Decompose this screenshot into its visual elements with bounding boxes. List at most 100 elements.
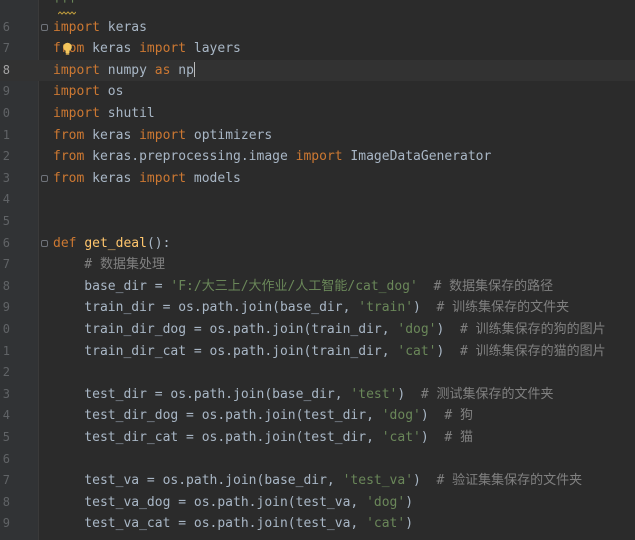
code-token: test_va_dog = os.path.join(test_va, [53, 494, 367, 510]
line-number: 3 [2, 386, 10, 401]
code-token: keras [84, 170, 140, 186]
line-number: 7 [2, 41, 10, 56]
code-token: import [139, 41, 187, 57]
code-token: # 训练集保存的猫的图片 [444, 343, 606, 359]
line-number: 9 [2, 84, 10, 99]
line-number: 7 [2, 257, 10, 272]
code-text[interactable]: test_dir_cat = os.path.join(test_dir, 'c… [53, 427, 473, 449]
code-line[interactable]: 9 test_va_cat = os.path.join(test_va, 'c… [0, 513, 635, 535]
code-token: 'cat' [397, 343, 437, 359]
code-line[interactable]: 6 def get_deal(): [0, 233, 635, 255]
code-token: def [53, 235, 77, 251]
code-editor[interactable]: ''' 6 import keras 7 from keras import layer… [0, 0, 635, 540]
code-token: # 测试集保存的文件夹 [405, 386, 554, 402]
code-token: shutil [99, 106, 155, 121]
code-token: import [139, 170, 187, 186]
code-text[interactable]: # 数据集处理 [53, 254, 165, 276]
code-line[interactable]: 3 test_dir = os.path.join(base_dir, 'tes… [0, 384, 635, 406]
code-text[interactable]: base_dir = 'F:/大三上/大作业/人工智能/cat_dog' # 数… [53, 276, 553, 298]
code-line[interactable]: 0 import shutil [0, 103, 635, 125]
code-token: ) [420, 430, 429, 445]
code-line[interactable]: 3 from keras import models [0, 168, 635, 190]
code-text[interactable]: import os [53, 81, 123, 103]
code-token: os [99, 84, 124, 100]
code-token: # 训练集保存的文件夹 [420, 300, 570, 316]
line-number: 6 [2, 451, 10, 466]
code-token: test_dir_cat = os.path.join(test_dir, [53, 430, 382, 445]
code-text[interactable]: from keras.preprocessing.image import Im… [53, 146, 491, 168]
code-token: test_va_cat = os.path.join(test_va, [53, 516, 367, 532]
code-line[interactable]: 8 import numpy as np [0, 59, 635, 82]
code-text[interactable]: from keras import models [53, 168, 241, 190]
code-text[interactable]: train_dir_cat = os.path.join(train_dir, … [53, 341, 606, 363]
fold-marker-icon[interactable] [41, 239, 48, 247]
code-line[interactable]: 7 test_va = os.path.join(base_dir, 'test… [0, 470, 635, 492]
code-line[interactable]: 6 import keras [0, 17, 635, 39]
code-token: import [53, 62, 100, 78]
code-token: keras.preprocessing.image [84, 149, 296, 165]
code-token: 'dog' [397, 322, 437, 337]
code-text[interactable]: def get_deal(): [53, 233, 170, 255]
line-number: 1 [2, 343, 10, 358]
code-text[interactable]: test_dir_dog = os.path.join(test_dir, 'd… [53, 405, 473, 427]
warning-squiggle-icon [58, 11, 76, 15]
code-line[interactable]: 1 from keras import optimizers [0, 125, 635, 147]
line-number: 8 [2, 494, 10, 509]
code-token: from [53, 127, 85, 143]
code-line[interactable]: 7 from keras import layers [0, 38, 635, 60]
code-line[interactable]: 2 [0, 362, 635, 384]
code-line[interactable]: 0 train_dir_dog = os.path.join(train_dir… [0, 319, 635, 341]
code-text[interactable]: test_va_dog = os.path.join(test_va, 'dog… [53, 492, 413, 514]
code-text[interactable]: import numpy as np [53, 60, 195, 82]
code-line[interactable]: 8 test_va_dog = os.path.join(test_va, 'd… [0, 492, 635, 514]
line-number: 9 [2, 516, 10, 531]
code-text[interactable]: import keras [53, 17, 147, 39]
code-token: 'cat' [366, 516, 406, 532]
code-token: base_dir = [53, 278, 171, 294]
code-token: train_dir = os.path.join(base_dir, [53, 300, 359, 316]
fold-marker-icon[interactable] [41, 23, 48, 31]
code-text[interactable]: test_dir = os.path.join(base_dir, 'test'… [53, 384, 554, 406]
code-line[interactable]: 4 [0, 189, 635, 211]
code-token: keras [84, 41, 140, 57]
code-line[interactable]: 1 train_dir_cat = os.path.join(train_dir… [0, 341, 635, 363]
code-token: optimizers [186, 127, 273, 143]
line-number: 6 [2, 19, 10, 34]
fold-marker-icon[interactable] [41, 174, 48, 182]
code-token: keras [84, 127, 140, 143]
code-token: ) [413, 473, 421, 489]
code-line[interactable]: 5 test_dir_cat = os.path.join(test_dir, … [0, 427, 635, 449]
code-line[interactable]: 7 # 数据集处理 [0, 254, 635, 276]
code-line[interactable]: ''' [0, 0, 635, 17]
code-token: # 狗 [428, 408, 474, 424]
line-number: 9 [2, 300, 10, 315]
code-token: # 猫 [428, 430, 474, 445]
code-token: import [139, 127, 187, 143]
code-line[interactable]: 5 [0, 211, 635, 233]
code-text[interactable]: import shutil [53, 103, 155, 125]
code-line[interactable]: 9 train_dir = os.path.join(base_dir, 'tr… [0, 297, 635, 319]
code-line[interactable]: 4 test_dir_dog = os.path.join(test_dir, … [0, 405, 635, 427]
lightbulb-intention-icon[interactable] [62, 42, 73, 55]
line-number: 3 [2, 170, 10, 185]
code-token: ) [413, 300, 421, 316]
code-token: ) [405, 494, 414, 510]
code-text[interactable]: train_dir = os.path.join(base_dir, 'trai… [53, 297, 569, 319]
code-text[interactable]: test_va_cat = os.path.join(test_va, 'cat… [53, 513, 413, 535]
line-number: 7 [2, 473, 10, 488]
line-number: 5 [2, 214, 10, 228]
code-token: 'cat' [381, 430, 421, 445]
code-token: from [53, 170, 85, 186]
code-text[interactable]: train_dir_dog = os.path.join(train_dir, … [53, 319, 605, 341]
code-token: 'dog' [381, 408, 421, 424]
code-text[interactable]: from keras import optimizers [53, 125, 272, 147]
code-text[interactable]: from keras import layers [53, 38, 241, 60]
text-caret [193, 61, 195, 77]
code-token: # 验证集集保存的文件夹 [420, 473, 583, 489]
code-line[interactable]: 9 import os [0, 81, 635, 103]
code-token: numpy [99, 62, 155, 78]
code-line[interactable]: 2 from keras.preprocessing.image import I… [0, 146, 635, 168]
code-line[interactable]: 6 [0, 449, 635, 471]
code-text[interactable]: test_va = os.path.join(base_dir, 'test_v… [53, 470, 582, 492]
code-line[interactable]: 8 base_dir = 'F:/大三上/大作业/人工智能/cat_dog' #… [0, 276, 635, 298]
